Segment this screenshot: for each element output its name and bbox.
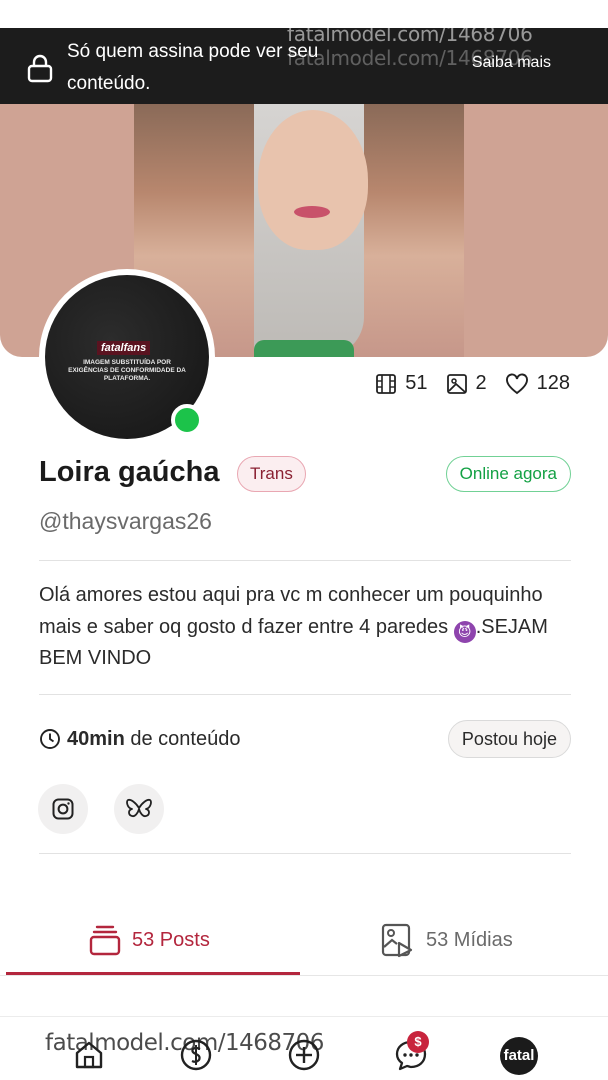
avatar-notice: IMAGEM SUBSTITUÍDA POR EXIGÊNCIAS DE CON…: [68, 359, 186, 382]
instagram-icon: [52, 798, 74, 820]
posted-today-badge[interactable]: Postou hoje: [447, 720, 571, 758]
home-icon: [75, 1041, 103, 1069]
bluesky-button[interactable]: [114, 784, 164, 834]
bottom-navigation: $ fatal: [0, 1016, 608, 1080]
divider: [39, 853, 571, 854]
image-icon: [446, 373, 467, 394]
nav-home[interactable]: [71, 1037, 107, 1073]
stat-videos: 51: [375, 372, 428, 395]
content-tabs: 53 Posts 53 Mídias: [0, 910, 608, 976]
content-duration-suffix: de conteúdo: [130, 728, 241, 750]
heart-icon: [505, 373, 528, 394]
category-badge: Trans: [237, 456, 306, 492]
clock-icon: [40, 729, 60, 749]
dollar-circle-icon: [180, 1039, 212, 1071]
stat-likes: 128: [505, 372, 570, 395]
content-summary: 40min de conteúdo Postou hoje: [39, 720, 571, 758]
devil-emoji-icon: 😈: [453, 620, 476, 643]
avatar-brand-logo: fatalfans: [97, 341, 151, 355]
profile-header: Loira gaúcha Trans Online agora: [39, 454, 571, 494]
plus-circle-icon: [288, 1039, 320, 1071]
nav-create[interactable]: [286, 1037, 322, 1073]
tab-posts[interactable]: 53 Posts: [88, 910, 210, 970]
stat-photos: 2: [446, 372, 487, 395]
divider: [39, 694, 571, 695]
tab-media[interactable]: 53 Mídias: [380, 910, 513, 970]
online-status-badge: Online agora: [445, 456, 571, 492]
profile-bio: Olá amores estou aqui pra vc m conhecer …: [39, 580, 559, 675]
watermark-top-ghost: fatalmodel.com/1468706: [287, 46, 533, 70]
divider: [39, 560, 571, 561]
media-icon: [381, 923, 413, 958]
instagram-button[interactable]: [38, 784, 88, 834]
notification-badge: $: [407, 1031, 429, 1053]
stat-videos-count: 51: [405, 372, 428, 394]
layers-icon: [89, 925, 121, 956]
film-icon: [376, 373, 397, 394]
watermark-top: fatalmodel.com/1468706: [287, 22, 533, 46]
lock-icon: [27, 54, 53, 83]
tabs-baseline: [0, 975, 608, 976]
nav-profile-avatar[interactable]: fatal: [500, 1037, 538, 1075]
content-duration: 40min de conteúdo: [67, 728, 240, 751]
butterfly-icon: [126, 798, 152, 818]
tab-posts-label: 53 Posts: [132, 928, 210, 951]
profile-name: Loira gaúcha: [39, 456, 220, 488]
stat-photos-count: 2: [475, 372, 487, 394]
stat-likes-count: 128: [536, 372, 570, 394]
profile-stats: 51 2 128: [375, 372, 570, 395]
online-indicator: [171, 404, 203, 436]
profile-handle: @thaysvargas26: [39, 508, 212, 534]
content-duration-value: 40min: [67, 728, 125, 750]
nav-wallet[interactable]: [178, 1037, 214, 1073]
tab-media-label: 53 Mídias: [426, 928, 513, 951]
